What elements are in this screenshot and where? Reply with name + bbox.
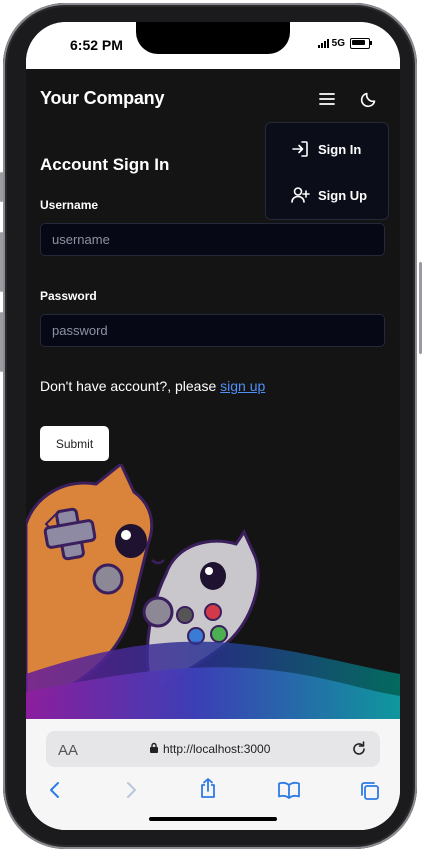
username-label: Username xyxy=(40,198,99,212)
share-icon[interactable] xyxy=(198,777,218,799)
network-label: 5G xyxy=(331,38,345,49)
moon-icon[interactable] xyxy=(359,89,379,109)
volume-down-button xyxy=(0,312,3,372)
dropdown-item-label: Sign In xyxy=(318,141,362,157)
phone-screen: 6:52 PM 5G Your Company Sign In Sign Up … xyxy=(26,22,400,830)
password-input[interactable] xyxy=(40,314,385,347)
nav-dropdown: Sign In Sign Up xyxy=(265,122,389,220)
hamburger-menu-icon[interactable] xyxy=(317,89,337,109)
password-label: Password xyxy=(40,289,97,303)
sign-in-icon xyxy=(292,141,308,157)
signal-icon xyxy=(317,39,329,48)
app-view: Your Company Sign In Sign Up Account Sig… xyxy=(26,69,400,719)
forward-icon[interactable] xyxy=(122,780,140,800)
status-bar: 6:52 PM 5G xyxy=(26,22,400,69)
form-title: Account Sign In xyxy=(40,155,170,174)
dropdown-item-sign-up[interactable]: Sign Up xyxy=(290,185,367,205)
lock-icon xyxy=(150,742,158,753)
back-icon[interactable] xyxy=(46,780,64,800)
dropdown-item-label: Sign Up xyxy=(318,187,368,203)
username-input[interactable] xyxy=(40,223,385,256)
submit-button[interactable]: Submit xyxy=(40,426,109,461)
silent-switch xyxy=(0,172,3,202)
status-time: 6:52 PM xyxy=(70,37,123,53)
signup-hint-text: Don't have account?, please xyxy=(40,378,217,394)
browser-toolbar: AA http://localhost:3000 xyxy=(26,719,400,830)
user-plus-icon xyxy=(291,187,310,203)
tabs-icon[interactable] xyxy=(359,780,381,802)
navbar: Your Company xyxy=(26,69,400,129)
home-indicator xyxy=(149,817,277,821)
gamer-cat-illustration xyxy=(26,464,400,719)
url-text[interactable]: http://localhost:3000 xyxy=(163,742,270,756)
reload-icon[interactable] xyxy=(350,740,368,758)
volume-up-button xyxy=(0,232,3,292)
text-size-button[interactable]: AA xyxy=(58,742,78,759)
sign-up-link[interactable]: sign up xyxy=(220,378,265,394)
bookmarks-icon[interactable] xyxy=(277,780,301,800)
signup-hint: Don't have account?, please sign up xyxy=(40,378,265,394)
dropdown-item-sign-in[interactable]: Sign In xyxy=(290,139,361,159)
notch xyxy=(136,22,290,54)
brand-title[interactable]: Your Company xyxy=(40,88,164,109)
address-bar[interactable]: AA http://localhost:3000 xyxy=(46,731,380,767)
status-indicators: 5G xyxy=(317,38,372,49)
battery-icon xyxy=(350,38,372,49)
